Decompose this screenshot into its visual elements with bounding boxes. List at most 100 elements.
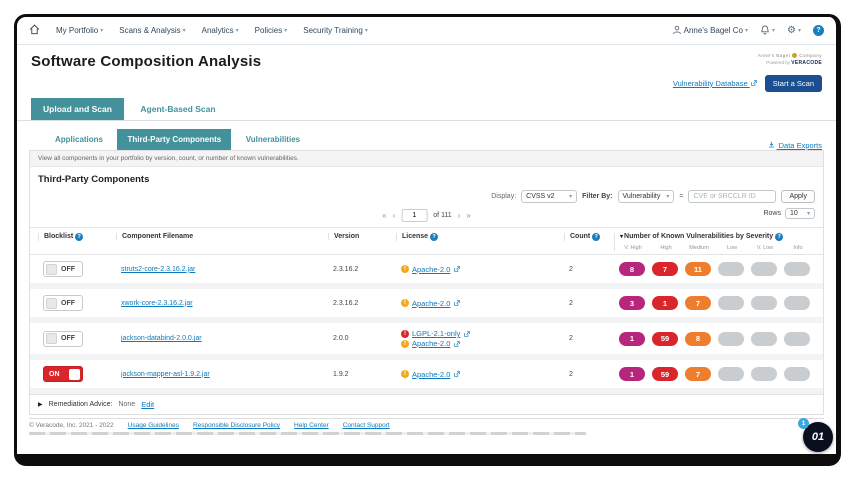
remediation-edit-link[interactable]: Edit (141, 400, 154, 409)
badge-info (784, 262, 810, 276)
brand-logo-icon (792, 53, 798, 58)
chevron-down-icon: ▾ (284, 28, 288, 34)
badge-high: 1 (652, 296, 678, 310)
badge-low (718, 367, 744, 381)
blocklist-toggle[interactable]: OFF (43, 261, 83, 277)
page-number-input[interactable] (401, 209, 428, 222)
license-link[interactable]: Apache-2.0 (412, 265, 450, 274)
version-value: 2.3.16.2 (333, 265, 359, 273)
tab-vulnerabilities[interactable]: Vulnerabilities (236, 129, 310, 150)
chevron-down-icon: ▾ (569, 194, 573, 200)
component-link[interactable]: jackson-mapper-asl-1.9.2.jar (121, 371, 210, 378)
overlay-logo: 01 (811, 431, 825, 443)
rows-label: Rows (763, 210, 781, 217)
chevron-down-icon: ▾ (744, 28, 748, 34)
tab-applications[interactable]: Applications (45, 129, 113, 150)
col-severity[interactable]: Number of Known Vulnerabilities by Sever… (614, 233, 815, 251)
info-icon[interactable]: ? (775, 233, 784, 241)
nav-security-training[interactable]: Security Training ▾ (303, 26, 368, 35)
severity-badges: 3 1 7 (619, 296, 815, 310)
external-link-icon (454, 371, 461, 377)
data-exports-link[interactable]: Data Exports (768, 141, 822, 150)
info-icon[interactable]: ? (75, 233, 84, 241)
footer-link-contact-support[interactable]: Contact Support (343, 422, 390, 429)
nav-policies[interactable]: Policies ▾ (255, 26, 288, 35)
filter-controls: Display: CVSS v2 ▾ Filter By: Vulnerabili… (30, 187, 823, 205)
footer-link-help-center[interactable]: Help Center (294, 422, 329, 429)
license-link[interactable]: Apache-2.0 (412, 339, 450, 348)
start-scan-button[interactable]: Start a Scan (764, 75, 822, 92)
license-link[interactable]: Apache-2.0 (412, 299, 450, 308)
version-value: 2.0.0 (333, 335, 349, 342)
footer-link-responsible-disclosure[interactable]: Responsible Disclosure Policy (193, 422, 280, 429)
chevron-down-icon: ▾ (772, 28, 776, 34)
overlay-widget[interactable]: 01 1 (798, 418, 833, 452)
help-icon[interactable]: ? (813, 25, 824, 36)
tab-upload-and-scan[interactable]: Upload and Scan (31, 98, 124, 120)
home-icon[interactable] (29, 22, 40, 40)
page-next-icon[interactable]: › (458, 211, 461, 220)
table-row: OFF xwork-core-2.3.16.2.jar 2.3.16.2 ! Ap… (30, 289, 823, 323)
blocklist-toggle[interactable]: OFF (43, 330, 83, 347)
page-prev-icon[interactable]: ‹ (393, 211, 396, 220)
badge-low (718, 262, 744, 276)
badge-very-low (751, 296, 777, 310)
chevron-down-icon: ▾ (235, 28, 239, 34)
footer: © Veracode, Inc. 2021 - 2022 Usage Guide… (29, 418, 824, 429)
filter-by-label: Filter By: (582, 193, 613, 200)
tab-agent-based-scan[interactable]: Agent-Based Scan (128, 98, 227, 120)
vulnerability-database-link[interactable]: Vulnerability Database (673, 79, 757, 88)
bell-icon (760, 25, 770, 37)
component-link[interactable]: struts2-core-2.3.16.2.jar (121, 266, 195, 273)
settings-menu[interactable]: ⚙ ▾ (787, 25, 801, 36)
license-link[interactable]: LGPL-2.1-only (412, 329, 460, 338)
section-heading: Third-Party Components (38, 174, 150, 185)
page-total-label: of 111 (433, 212, 452, 219)
cve-search-input[interactable] (688, 190, 777, 203)
notifications-menu[interactable]: ▾ (760, 25, 775, 37)
chevron-down-icon: ▾ (182, 28, 186, 34)
rows-per-page-select[interactable]: 10 ▾ (785, 208, 815, 219)
blocklist-toggle[interactable]: ON (43, 366, 83, 382)
badge-info (784, 331, 810, 346)
license-warning-icon: ! (401, 299, 409, 307)
account-menu[interactable]: Anne's Bagel Co ▾ (672, 25, 748, 37)
pagination-bar: « ‹ of 111 › » Rows 10▾ (30, 207, 823, 227)
badge-very-high: 1 (619, 367, 645, 381)
chevron-down-icon: ▾ (364, 28, 368, 34)
expand-icon[interactable]: ▶ (38, 401, 43, 408)
apply-button[interactable]: Apply (781, 190, 815, 203)
badge-info (784, 367, 810, 381)
footer-link-usage-guidelines[interactable]: Usage Guidelines (128, 422, 179, 429)
col-component-filename: Component Filename (116, 233, 328, 240)
external-link-icon (454, 300, 461, 306)
chevron-down-icon: ▾ (806, 211, 810, 217)
top-nav: My Portfolio ▾ Scans & Analysis ▾ Analytic… (17, 17, 836, 45)
info-icon[interactable]: ? (592, 233, 601, 241)
badge-high: 59 (652, 367, 678, 381)
component-link[interactable]: xwork-core-2.3.16.2.jar (121, 300, 193, 307)
components-panel: View all components in your portfolio by… (29, 150, 824, 415)
nav-scans-analysis[interactable]: Scans & Analysis ▾ (119, 26, 185, 35)
page-first-icon[interactable]: « (382, 211, 386, 220)
col-version: Version (328, 233, 396, 240)
version-value: 1.9.2 (333, 370, 349, 378)
page-last-icon[interactable]: » (466, 211, 470, 220)
remediation-label: Remediation Advice: (48, 401, 113, 408)
badge-very-low (751, 331, 777, 346)
nav-my-portfolio[interactable]: My Portfolio ▾ (56, 26, 103, 35)
blocklist-toggle[interactable]: OFF (43, 295, 83, 311)
col-count: Count? (564, 233, 614, 241)
filter-by-select[interactable]: Vulnerability ▾ (617, 190, 675, 203)
fine-print-illegible (29, 432, 586, 435)
license-link[interactable]: Apache-2.0 (412, 370, 450, 379)
primary-tabs: Upload and Scan Agent-Based Scan (17, 98, 836, 121)
badge-very-high: 8 (619, 262, 645, 276)
tab-third-party-components[interactable]: Third-Party Components (117, 129, 232, 150)
nav-analytics[interactable]: Analytics ▾ (202, 26, 239, 35)
info-icon[interactable]: ? (430, 233, 439, 241)
badge-low (718, 296, 744, 310)
display-select[interactable]: CVSS v2 ▾ (521, 190, 578, 203)
component-link[interactable]: jackson-databind-2.0.0.jar (121, 335, 202, 342)
external-link-icon (750, 80, 757, 86)
